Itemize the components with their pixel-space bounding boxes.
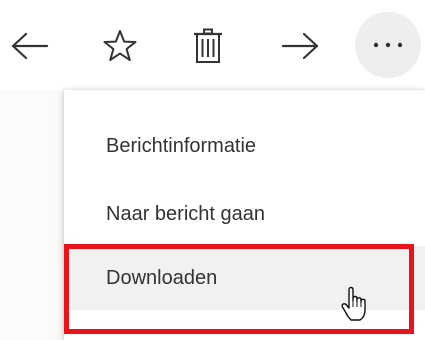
- arrow-right-icon: [281, 32, 319, 60]
- menu-item-label: Naar bericht gaan: [106, 203, 265, 225]
- message-toolbar: [0, 0, 425, 90]
- hand-pointer-icon: [341, 286, 366, 321]
- more-actions-button[interactable]: [355, 12, 421, 78]
- more-actions-menu: Berichtinformatie Naar bericht gaan Down…: [64, 90, 425, 340]
- favorite-button[interactable]: [88, 14, 152, 78]
- menu-item-go-to-message[interactable]: Naar bericht gaan: [64, 182, 425, 246]
- arrow-left-icon: [11, 32, 49, 60]
- star-outline-icon: [103, 30, 137, 61]
- menu-item-download[interactable]: Downloaden: [64, 246, 425, 310]
- menu-item-label: Berichtinformatie: [106, 135, 257, 157]
- delete-button[interactable]: [176, 14, 240, 78]
- trash-icon: [194, 28, 222, 63]
- ellipsis-icon: [373, 42, 403, 48]
- back-button[interactable]: [0, 14, 62, 78]
- forward-button[interactable]: [268, 14, 332, 78]
- menu-item-label: Downloaden: [106, 267, 218, 289]
- page: Berichtinformatie Naar bericht gaan Down…: [0, 0, 425, 340]
- menu-item-message-info[interactable]: Berichtinformatie: [64, 114, 425, 178]
- background-panel: [0, 90, 64, 340]
